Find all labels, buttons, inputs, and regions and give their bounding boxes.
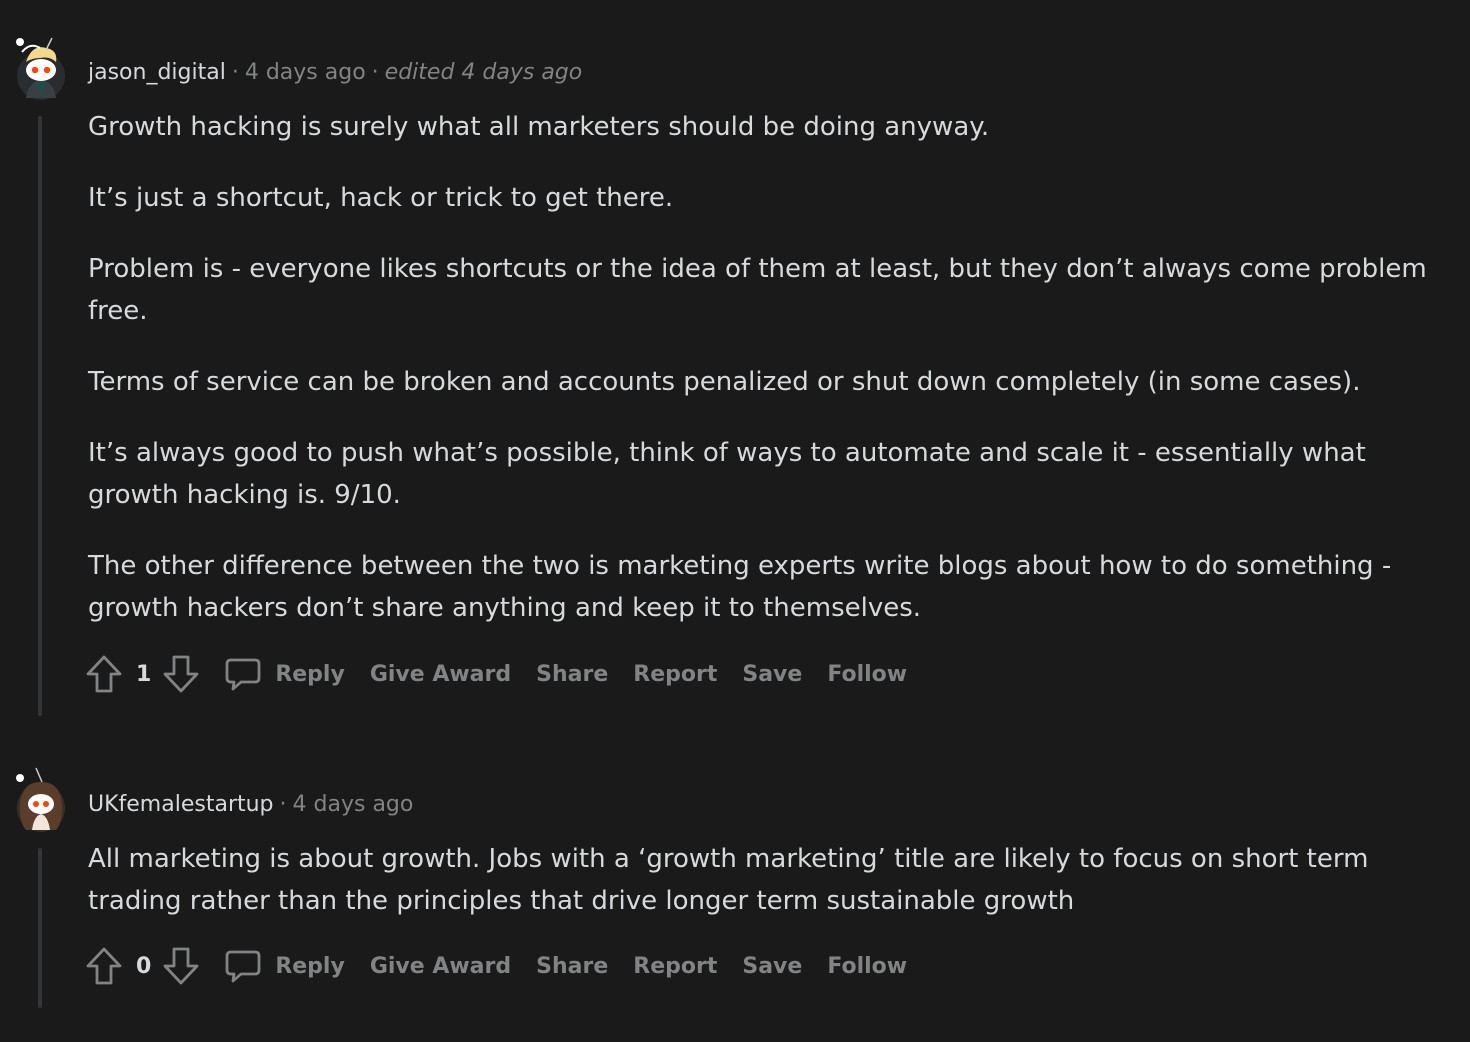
give-award-button[interactable]: Give Award <box>370 954 511 979</box>
upvote-icon[interactable] <box>84 945 124 987</box>
comment-paragraph: The other difference between the two is … <box>88 551 1392 623</box>
comment-paragraph: All marketing is about growth. Jobs with… <box>88 844 1369 916</box>
downvote-icon[interactable] <box>161 945 201 987</box>
give-award-button[interactable]: Give Award <box>370 662 511 687</box>
comment-paragraph: It’s always good to push what’s possible… <box>88 438 1366 510</box>
comment-bubble-icon[interactable] <box>223 654 263 694</box>
save-button[interactable]: Save <box>742 662 802 687</box>
timestamp[interactable]: 4 days ago <box>245 60 366 85</box>
separator: · <box>231 60 239 85</box>
thread-line[interactable] <box>38 848 42 1008</box>
vote-count: 1 <box>136 661 152 687</box>
thread-line[interactable] <box>38 116 42 716</box>
share-button[interactable]: Share <box>536 954 608 979</box>
username[interactable]: jason_digital <box>88 60 226 85</box>
reply-button[interactable]: Reply <box>275 662 345 687</box>
comment-meta: UKfemalestartup · 4 days ago <box>88 790 413 820</box>
report-button[interactable]: Report <box>633 662 717 687</box>
comment-bubble-icon[interactable] <box>223 946 263 986</box>
comment-actions: 1 Reply Give Award Share Report Save Fol… <box>84 652 932 696</box>
share-button[interactable]: Share <box>536 662 608 687</box>
follow-button[interactable]: Follow <box>827 954 907 979</box>
comment-paragraph: Problem is - everyone likes shortcuts or… <box>88 254 1427 326</box>
comment-actions: 0 Reply Give Award Share Report Save Fol… <box>84 944 932 988</box>
separator: · <box>371 60 379 85</box>
comment-paragraph: Growth hacking is surely what all market… <box>88 112 990 142</box>
username[interactable]: UKfemalestartup <box>88 792 274 817</box>
comment-paragraph: It’s just a shortcut, hack or trick to g… <box>88 183 674 213</box>
timestamp[interactable]: 4 days ago <box>293 792 414 817</box>
comment-meta: jason_digital · 4 days ago · edited 4 days a… <box>88 58 582 88</box>
comment-body: All marketing is about growth. Jobs with… <box>88 838 1428 922</box>
save-button[interactable]: Save <box>742 954 802 979</box>
report-button[interactable]: Report <box>633 954 717 979</box>
user-avatar[interactable] <box>12 764 70 832</box>
comment-body: Growth hacking is surely what all market… <box>88 106 1428 629</box>
downvote-icon[interactable] <box>161 653 201 695</box>
follow-button[interactable]: Follow <box>827 662 907 687</box>
user-avatar[interactable] <box>12 32 70 100</box>
upvote-icon[interactable] <box>84 653 124 695</box>
comment-paragraph: Terms of service can be broken and accou… <box>88 367 1361 397</box>
vote-count: 0 <box>136 953 152 979</box>
edited-label: edited 4 days ago <box>384 60 583 85</box>
reply-button[interactable]: Reply <box>275 954 345 979</box>
separator: · <box>279 792 287 817</box>
